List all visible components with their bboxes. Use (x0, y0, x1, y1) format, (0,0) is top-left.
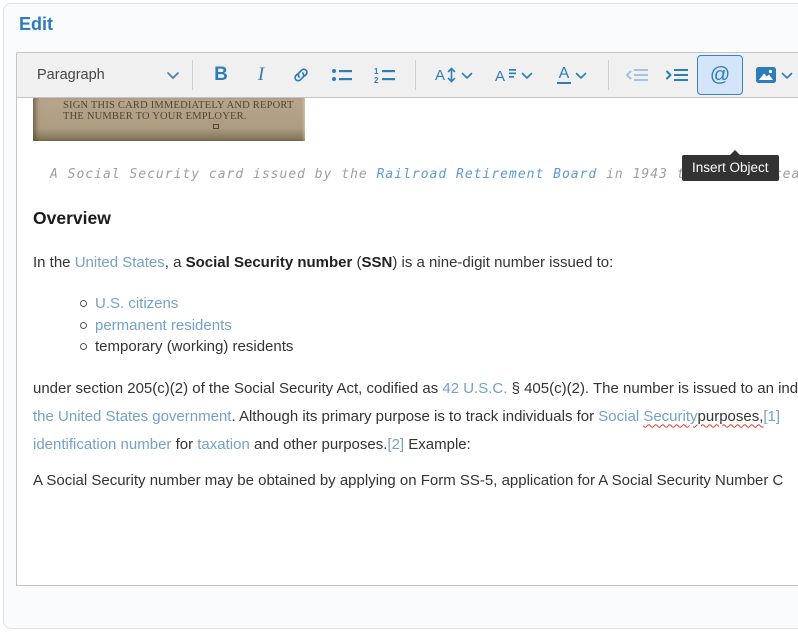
outdent-button[interactable] (617, 56, 657, 94)
text-segment: purposes, (698, 408, 764, 425)
chevron-down-icon (781, 71, 793, 80)
text-segment: A Social Security card issued by the (50, 167, 377, 182)
card-image-square-mark (213, 124, 219, 129)
inline-link[interactable]: U.S. citizens (95, 295, 178, 312)
tooltip-label: Insert Object (692, 160, 769, 175)
list-item: U.S. citizens (95, 293, 798, 315)
inline-link[interactable]: taxation (197, 436, 250, 453)
indent-icon (665, 66, 689, 84)
at-icon: @ (710, 64, 730, 87)
body-line: under section 205(c)(2) of the Social Se… (33, 375, 798, 403)
svg-text:A: A (495, 68, 505, 84)
svg-text:1: 1 (374, 67, 379, 76)
text-segment: In the (33, 254, 75, 271)
text-segment: . Although its primary purpose is to tra… (231, 408, 598, 425)
social-security-card-image[interactable]: SIGN THIS CARD IMMEDIATELY AND REPORT TH… (33, 98, 305, 141)
font-color-dropdown[interactable]: A (544, 56, 600, 94)
bulleted-list-button[interactable] (321, 56, 363, 94)
svg-text:A: A (435, 67, 445, 84)
tooltip-arrow (729, 150, 741, 156)
overview-heading: Overview (33, 208, 798, 229)
inline-link[interactable]: Social (598, 408, 643, 425)
image-icon (755, 65, 777, 85)
toolbar-divider (415, 60, 416, 90)
list-item: permanent residents (95, 315, 798, 337)
link-icon (291, 65, 311, 85)
inline-link[interactable]: 42 U.S.C. (442, 380, 507, 397)
closing-paragraph: A Social Security number may be obtained… (33, 472, 798, 489)
text-segment: ) is a nine-digit number issued to: (392, 254, 613, 271)
text-segment: Social Security number (186, 254, 353, 271)
text-segment: under section 205(c)(2) of the Social Se… (33, 380, 442, 397)
text-segment: ( (352, 254, 361, 271)
insert-object-button[interactable]: @ (697, 55, 743, 95)
eligibility-list: U.S. citizens permanent residents tempor… (33, 293, 798, 358)
inline-link[interactable]: Railroad Retirement Board (377, 167, 598, 182)
toolbar-divider (192, 60, 193, 90)
font-size-dropdown[interactable]: A (484, 56, 544, 94)
text-segment: and other purposes. (250, 436, 388, 453)
body-line: the United States government. Although i… (33, 403, 798, 431)
body-paragraph: under section 205(c)(2) of the Social Se… (33, 375, 798, 459)
toolbar-divider (608, 60, 609, 90)
chevron-down-icon (461, 71, 473, 80)
inline-link[interactable]: Security (643, 408, 697, 425)
inline-link[interactable]: [2] (387, 436, 404, 453)
list-item: temporary (working) residents (95, 336, 798, 358)
insert-object-tooltip: Insert Object (682, 155, 779, 181)
chevron-down-icon (166, 70, 180, 80)
text-segment: , a (165, 254, 186, 271)
editor-content[interactable]: SIGN THIS CARD IMMEDIATELY AND REPORT TH… (16, 98, 798, 586)
paragraph-style-dropdown[interactable]: Paragraph (33, 58, 184, 92)
italic-button[interactable]: I (241, 56, 281, 94)
link-button[interactable] (281, 56, 321, 94)
card-image-text-line1: SIGN THIS CARD IMMEDIATELY AND REPORT (63, 100, 305, 111)
inline-link[interactable]: [1] (763, 408, 780, 425)
text-segment: § 405(c)(2). The number is issued to an … (507, 380, 798, 397)
outdent-icon (625, 66, 649, 84)
inline-link[interactable]: identification number (33, 436, 171, 453)
svg-text:2: 2 (374, 76, 379, 84)
font-size-icon: A (495, 66, 517, 84)
font-color-icon: A (557, 66, 572, 84)
intro-paragraph: In the United States, a Social Security … (33, 254, 798, 271)
list-item-label: temporary (working) residents (95, 338, 293, 355)
line-height-dropdown[interactable]: A (424, 56, 484, 94)
line-height-icon: A (435, 66, 457, 84)
inline-link[interactable]: United States (75, 254, 165, 271)
text-segment: Example: (404, 436, 471, 453)
indent-button[interactable] (657, 56, 697, 94)
bold-icon: B (214, 64, 228, 86)
inline-link[interactable]: permanent residents (95, 317, 232, 334)
bold-button[interactable]: B (201, 56, 241, 94)
text-segment: SSN (362, 254, 393, 271)
bulleted-list-icon (331, 66, 353, 84)
card-image-text-line2: THE NUMBER TO YOUR EMPLOYER. (63, 111, 305, 122)
paragraph-style-label: Paragraph (37, 67, 105, 83)
editor-toolbar: Paragraph B I (16, 52, 798, 98)
text-segment: for (171, 436, 197, 453)
inline-link[interactable]: the United States government (33, 408, 231, 425)
numbered-list-button[interactable]: 1 2 (363, 56, 407, 94)
edit-panel: Edit Paragraph B I (3, 3, 798, 629)
chevron-down-icon (521, 71, 533, 80)
rich-text-editor: Paragraph B I (16, 52, 798, 586)
insert-image-dropdown[interactable] (743, 56, 798, 94)
chevron-down-icon (575, 71, 587, 80)
numbered-list-icon: 1 2 (374, 66, 396, 84)
body-line: identification number for taxation and o… (33, 431, 798, 459)
page-title: Edit (19, 14, 798, 35)
italic-icon: I (258, 64, 264, 86)
